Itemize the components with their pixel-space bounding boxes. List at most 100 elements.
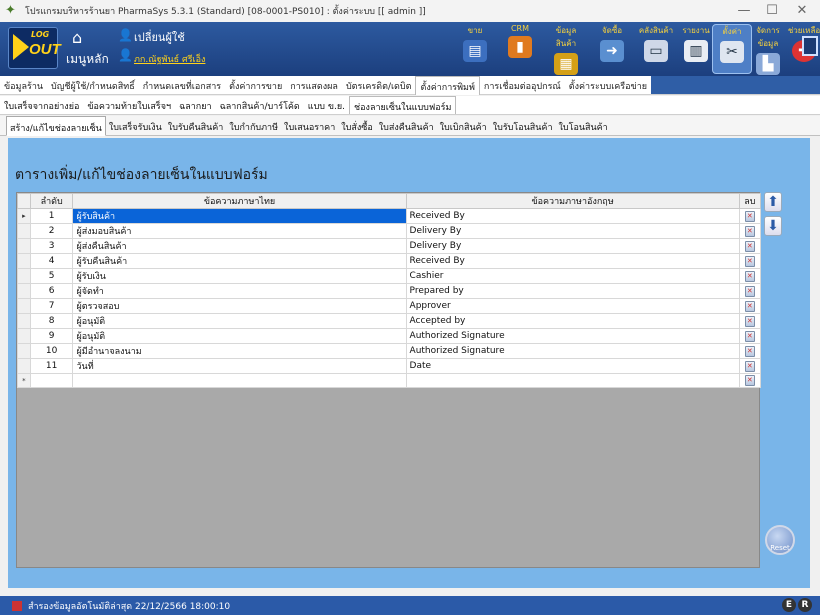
- cell-english[interactable]: Cashier: [405, 268, 740, 284]
- cell-no[interactable]: 10: [29, 343, 74, 359]
- row-selector[interactable]: [17, 313, 31, 329]
- cell-english[interactable]: Delivery By: [405, 238, 740, 254]
- tab-purchase-order[interactable]: ใบสั่งซื้อ: [338, 116, 376, 136]
- table-row[interactable]: 10 ผู้มีอำนาจลงนาม Authorized Signature ✕: [17, 343, 762, 359]
- settings-button[interactable]: ตั้งค่า ✂: [712, 24, 752, 74]
- cell-thai[interactable]: ผู้ส่งคืนสินค้า: [72, 238, 407, 254]
- delete-row-button[interactable]: ✕: [738, 208, 762, 224]
- switch-user-label[interactable]: เปลี่ยนผู้ใช้: [134, 28, 185, 46]
- delete-row-button[interactable]: ✕: [738, 313, 762, 329]
- submenu-short-receipt[interactable]: ใบเสร็จจากอย่างย่อ: [0, 96, 83, 114]
- cell-thai[interactable]: ผู้รับสินค้า: [72, 208, 407, 224]
- menu-sales-settings[interactable]: ตั้งค่าการขาย: [225, 76, 286, 95]
- table-row[interactable]: 3 ผู้ส่งคืนสินค้า Delivery By ✕: [17, 238, 762, 254]
- tab-requisition[interactable]: ใบเบิกสินค้า: [437, 116, 490, 136]
- home-label[interactable]: เมนูหลัก: [66, 50, 109, 69]
- minimize-button[interactable]: —: [730, 2, 758, 20]
- row-selector[interactable]: [17, 283, 31, 299]
- reset-button[interactable]: Reset: [765, 525, 795, 555]
- move-up-button[interactable]: ⬆: [764, 192, 782, 212]
- move-down-button[interactable]: ⬇: [764, 216, 782, 236]
- col-header-english[interactable]: ข้อความภาษาอังกฤษ: [405, 193, 740, 209]
- cell-no[interactable]: 3: [29, 238, 74, 254]
- cell-thai[interactable]: ผู้ตรวจสอบ: [72, 298, 407, 314]
- tab-return-receipt[interactable]: ใบรับคืนสินค้า: [165, 116, 227, 136]
- product-button[interactable]: ข้อมูลสินค้า ▦: [546, 24, 586, 75]
- cell-no[interactable]: 1: [29, 208, 74, 224]
- tab-return-goods[interactable]: ใบส่งคืนสินค้า: [376, 116, 437, 136]
- cell-no[interactable]: 2: [29, 223, 74, 239]
- crm-button[interactable]: CRM ▮: [500, 24, 540, 74]
- tab-tax-invoice[interactable]: ใบกำกับภาษี: [226, 116, 281, 136]
- row-selector[interactable]: [17, 343, 31, 359]
- menu-network[interactable]: ตั้งค่าระบบเครือข่าย: [565, 76, 651, 95]
- table-row[interactable]: 11 วันที่ Date ✕: [17, 358, 762, 374]
- menu-print-settings[interactable]: ตั้งค่าการพิมพ์: [415, 76, 480, 95]
- menu-document-numbers[interactable]: กำหนดเลขที่เอกสาร: [139, 76, 225, 95]
- tab-transfer-out[interactable]: ใบโอนสินค้า: [556, 116, 611, 136]
- menu-device-connection[interactable]: การเชื่อมต่ออุปกรณ์: [480, 76, 565, 95]
- cell-thai[interactable]: ผู้ส่งมอบสินค้า: [72, 223, 407, 239]
- tab-transfer-in[interactable]: ใบรับโอนสินค้า: [490, 116, 556, 136]
- row-selector[interactable]: [17, 238, 31, 254]
- exit-icon[interactable]: [802, 36, 818, 56]
- row-selector[interactable]: [17, 298, 31, 314]
- logout-button[interactable]: LOG OUT: [8, 27, 61, 69]
- status-e-icon[interactable]: E: [782, 598, 796, 612]
- submenu-signature-fields[interactable]: ช่องลายเซ็นในแบบฟอร์ม: [349, 96, 457, 114]
- delete-row-button[interactable]: ✕: [738, 298, 762, 314]
- table-row[interactable]: 8 ผู้อนุมัติ Accepted by ✕: [17, 313, 762, 329]
- cell-no[interactable]: 6: [29, 283, 74, 299]
- cell-english[interactable]: Received By: [405, 253, 740, 269]
- table-row[interactable]: 4 ผู้รับคืนสินค้า Received By ✕: [17, 253, 762, 269]
- cell-thai[interactable]: วันที่: [72, 358, 407, 374]
- row-selector[interactable]: [17, 328, 31, 344]
- submenu-kor-yor-form[interactable]: แบบ ข.ย.: [304, 96, 349, 114]
- cell-no[interactable]: 9: [29, 328, 74, 344]
- delete-row-button[interactable]: ✕: [738, 223, 762, 239]
- col-header-thai[interactable]: ข้อความภาษาไทย: [72, 193, 407, 209]
- report-button[interactable]: รายงาน ▥: [676, 24, 716, 74]
- new-row[interactable]: * ✕: [17, 373, 762, 388]
- delete-row-button[interactable]: ✕: [738, 373, 762, 388]
- table-row[interactable]: 9 ผู้อนุมัติ Authorized Signature ✕: [17, 328, 762, 344]
- purchase-button[interactable]: จัดซื้อ ➜: [592, 24, 632, 74]
- delete-row-button[interactable]: ✕: [738, 358, 762, 374]
- table-row[interactable]: 5 ผู้รับเงิน Cashier ✕: [17, 268, 762, 284]
- submenu-receipt-footer[interactable]: ข้อความท้ายใบเสร็จฯ: [83, 96, 175, 114]
- cell-english[interactable]: Received By: [405, 208, 740, 224]
- delete-row-button[interactable]: ✕: [738, 253, 762, 269]
- row-selector[interactable]: [17, 253, 31, 269]
- data-button[interactable]: จัดการข้อมูล ▙: [748, 24, 788, 75]
- submenu-drug-label[interactable]: ฉลากยา: [175, 96, 215, 114]
- cell-thai[interactable]: ผู้อนุมัติ: [72, 328, 407, 344]
- cell-no[interactable]: 8: [29, 313, 74, 329]
- cell-no[interactable]: 11: [29, 358, 74, 374]
- menu-credit-cards[interactable]: บัตรเครดิต/เดบิต: [342, 76, 416, 95]
- cell-english[interactable]: Authorized Signature: [405, 343, 740, 359]
- cell-no[interactable]: 5: [29, 268, 74, 284]
- row-selector[interactable]: [17, 358, 31, 374]
- cell-english[interactable]: Approver: [405, 298, 740, 314]
- maximize-button[interactable]: ☐: [758, 2, 786, 20]
- row-selector[interactable]: [17, 268, 31, 284]
- table-row[interactable]: 6 ผู้จัดทำ Prepared by ✕: [17, 283, 762, 299]
- table-row[interactable]: 2 ผู้ส่งมอบสินค้า Delivery By ✕: [17, 223, 762, 239]
- delete-row-button[interactable]: ✕: [738, 238, 762, 254]
- row-selector[interactable]: [17, 223, 31, 239]
- status-r-icon[interactable]: R: [798, 598, 812, 612]
- cell-thai[interactable]: ผู้จัดทำ: [72, 283, 407, 299]
- delete-row-button[interactable]: ✕: [738, 283, 762, 299]
- close-button[interactable]: ✕: [788, 2, 816, 20]
- cell-thai[interactable]: ผู้รับเงิน: [72, 268, 407, 284]
- menu-store-info[interactable]: ข้อมูลร้าน: [0, 76, 47, 95]
- table-row[interactable]: ▸ 1 ผู้รับสินค้า Received By ✕: [17, 208, 762, 224]
- delete-row-button[interactable]: ✕: [738, 343, 762, 359]
- tab-edit-signatures[interactable]: สร้าง/แก้ไขช่องลายเซ็น: [6, 116, 106, 136]
- table-row[interactable]: 7 ผู้ตรวจสอบ Approver ✕: [17, 298, 762, 314]
- menu-display[interactable]: การแสดงผล: [286, 76, 342, 95]
- home-icon[interactable]: ⌂: [72, 28, 96, 47]
- cell-english[interactable]: Accepted by: [405, 313, 740, 329]
- tab-quotation[interactable]: ใบเสนอราคา: [281, 116, 338, 136]
- menu-user-accounts[interactable]: บัญชีผู้ใช้/กำหนดสิทธิ์: [47, 76, 139, 95]
